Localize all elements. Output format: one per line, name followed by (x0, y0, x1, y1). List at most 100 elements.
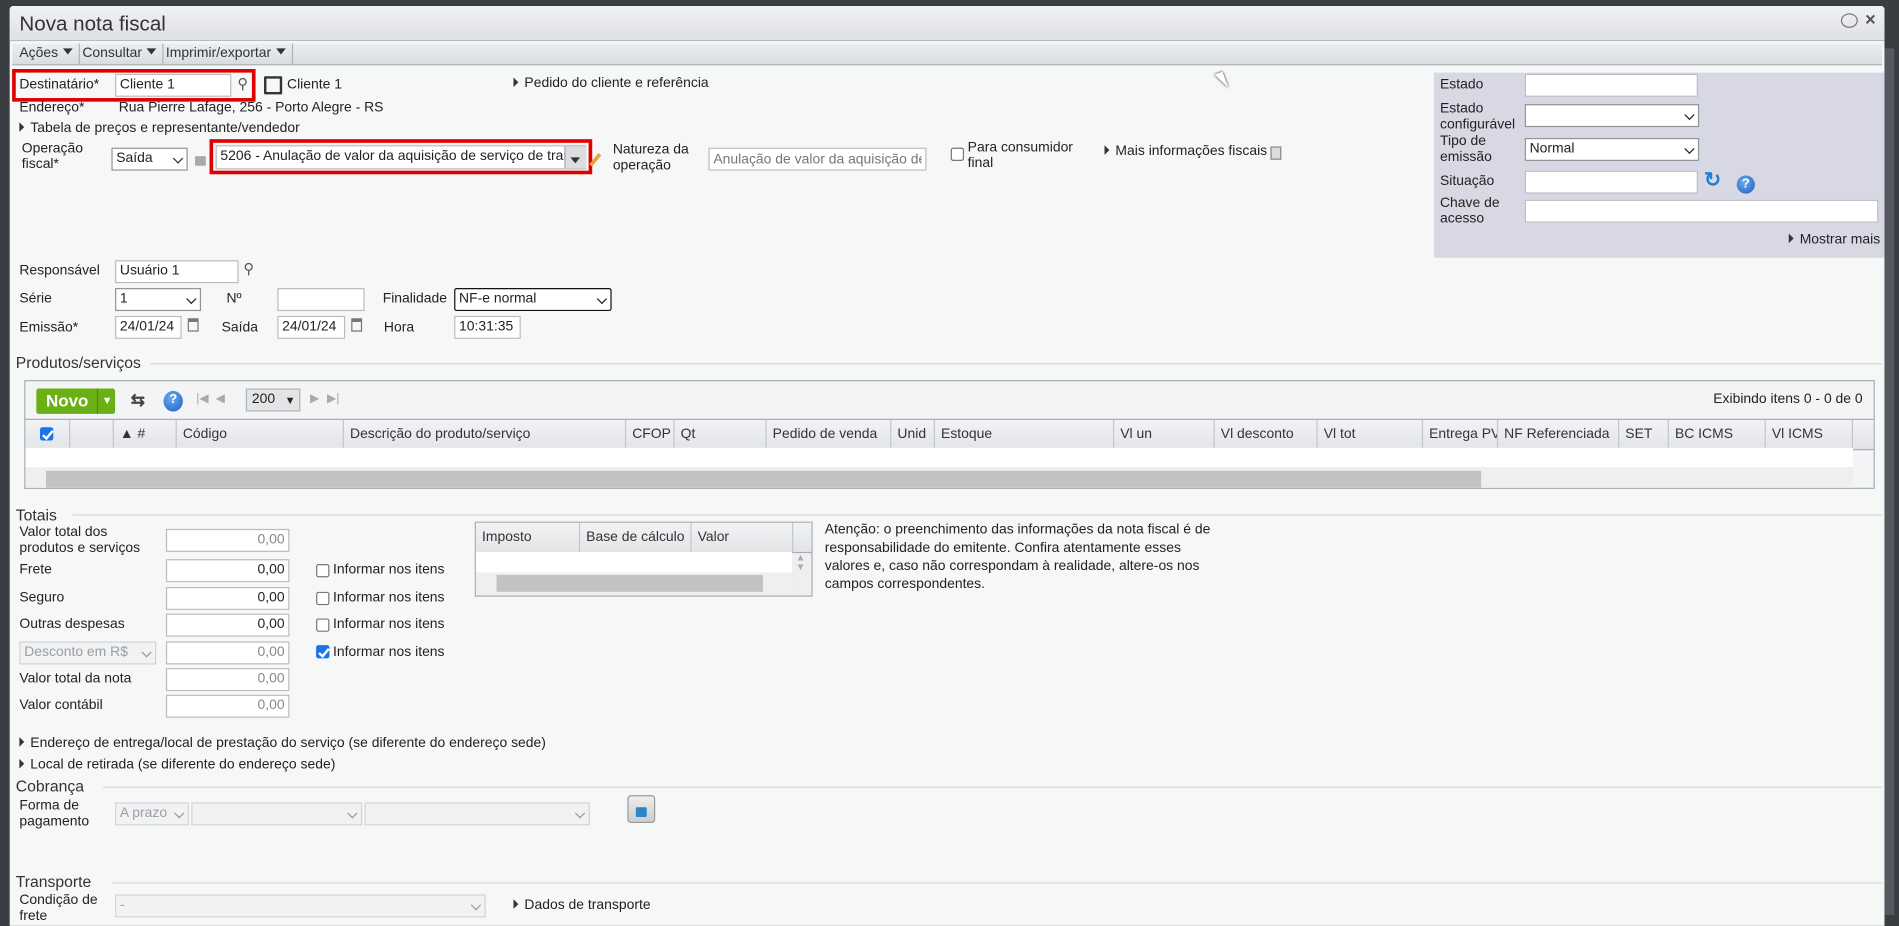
mais-info-fiscais-toggle[interactable]: Mais informações fiscais (1104, 144, 1267, 159)
column-header-pedido-venda[interactable]: Pedido de venda (767, 419, 892, 450)
column-header-imposto[interactable]: Imposto (476, 522, 581, 552)
select-all-checkbox[interactable] (39, 427, 54, 441)
column-header-qt[interactable]: Qt (675, 419, 767, 450)
chave-acesso-input[interactable] (1524, 199, 1879, 223)
column-header-entrega-pv[interactable]: Entrega PV (1423, 419, 1499, 450)
tabela-precos-toggle[interactable]: Tabela de preços e representante/vendedo… (19, 121, 300, 136)
responsavel-input[interactable]: Usuário 1 (115, 260, 239, 284)
column-header-blank[interactable] (70, 419, 114, 450)
column-header-vl-un[interactable]: Vl un (1114, 419, 1215, 450)
column-header-vl-tot[interactable]: Vl tot (1318, 419, 1424, 450)
saida-date-input[interactable]: 24/01/24 (277, 315, 346, 339)
document-icon[interactable] (1270, 146, 1282, 160)
consumidor-final-label: Para consumidor final (967, 140, 1073, 171)
first-page-icon[interactable]: |◀ (196, 392, 208, 405)
column-header-row-number[interactable]: ▲ # (114, 419, 177, 450)
chat-bubble-icon[interactable] (1840, 13, 1858, 28)
destinatario-link[interactable]: Cliente 1 (287, 77, 342, 92)
column-header-unid[interactable]: Unid (891, 419, 935, 450)
valor-total-nota-input[interactable]: 0,00 (165, 668, 290, 692)
estado-input[interactable] (1524, 73, 1698, 97)
valor-total-produtos-input[interactable]: 0,00 (165, 528, 290, 552)
valor-contabil-input[interactable]: 0,00 (165, 694, 290, 718)
column-header-codigo[interactable]: Código (177, 419, 344, 450)
last-page-icon[interactable]: ▶| (327, 392, 339, 405)
scrollbar-thumb[interactable] (496, 574, 763, 592)
frete-informar-checkbox[interactable] (316, 563, 330, 578)
menu-imprimir-exportar[interactable]: Imprimir/exportar (160, 43, 293, 65)
serie-select[interactable]: 1 (115, 288, 202, 312)
expand-arrow-icon (1104, 145, 1110, 155)
outras-despesas-input[interactable]: 0,00 (165, 613, 290, 637)
dados-transporte-toggle[interactable]: Dados de transporte (513, 898, 651, 913)
chevron-down-icon (186, 293, 197, 305)
desconto-tipo-select[interactable]: Desconto em R$ (19, 641, 157, 665)
column-header-vl-icms[interactable]: Vl ICMS (1766, 419, 1853, 450)
operacao-fiscal-combo[interactable]: 5206 - Anulação de valor da aquisição de… (215, 145, 587, 170)
search-icon[interactable]: ⚲ (237, 75, 248, 92)
next-page-icon[interactable]: ▶ (310, 392, 319, 405)
natureza-input[interactable] (708, 147, 927, 171)
grid-horizontal-scrollbar[interactable] (25, 467, 1853, 488)
calendar-icon[interactable] (351, 318, 363, 332)
forma-pagamento-select[interactable]: A prazo (115, 802, 189, 826)
refresh-icon[interactable]: ⇆ (131, 390, 145, 411)
refresh-icon[interactable]: ↻ (1704, 168, 1721, 192)
outras-despesas-informar-checkbox[interactable] (316, 618, 330, 632)
emissao-date-input[interactable]: 24/01/24 (115, 315, 182, 339)
window-scrollbar[interactable] (1884, 48, 1895, 915)
situacao-input[interactable] (1524, 170, 1698, 194)
novo-label: Novo (46, 390, 89, 411)
desconto-informar-checkbox[interactable] (316, 645, 330, 659)
destinatario-input[interactable]: Cliente 1 (115, 73, 232, 97)
scrollbar-thumb[interactable] (46, 470, 1482, 488)
numero-input[interactable] (277, 288, 365, 312)
unlock-button[interactable] (627, 795, 656, 824)
page-size-select[interactable]: 200 ▼ (245, 388, 301, 412)
calendar-icon[interactable] (187, 318, 199, 332)
external-link-icon[interactable] (264, 76, 283, 95)
seguro-informar-checkbox[interactable] (316, 591, 330, 606)
menu-consultar[interactable]: Consultar (76, 43, 164, 65)
pagamento-select-3[interactable] (364, 802, 590, 826)
column-header-vl-desconto[interactable]: Vl desconto (1215, 419, 1318, 450)
tipo-emissao-select[interactable]: Normal (1524, 137, 1700, 161)
desconto-informar-label: Informar nos itens (333, 645, 445, 660)
help-icon[interactable]: ? (163, 390, 183, 412)
combo-dropdown-button[interactable] (564, 146, 587, 169)
vertical-scrollbar[interactable]: ▲ ▼ (796, 553, 806, 572)
column-header-set[interactable]: SET (1619, 419, 1669, 450)
pedido-cliente-toggle[interactable]: Pedido do cliente e referência (513, 76, 709, 91)
seguro-input[interactable]: 0,00 (165, 586, 290, 610)
desconto-input[interactable]: 0,00 (165, 641, 290, 665)
frete-input[interactable]: 0,00 (165, 559, 290, 583)
saida-label: Saída (221, 320, 259, 336)
local-retirada-toggle[interactable]: Local de retirada (se diferente do ender… (19, 758, 335, 772)
novo-button[interactable]: Novo ▼ (36, 388, 116, 414)
menu-acoes[interactable]: Ações (13, 43, 80, 65)
finalidade-select[interactable]: NF-e normal (454, 288, 612, 312)
close-icon[interactable]: × (1865, 10, 1876, 31)
column-header-base-calculo[interactable]: Base de cálculo (580, 522, 692, 552)
column-header-nf-referenciada[interactable]: NF Referenciada (1498, 419, 1620, 450)
caret-down-icon[interactable]: ▼ (96, 388, 116, 414)
column-header-valor[interactable]: Valor (692, 522, 794, 552)
hora-input[interactable]: 10:31:35 (454, 315, 521, 339)
column-header-bc-icms[interactable]: BC ICMS (1669, 419, 1766, 450)
mostrar-mais-toggle[interactable]: Mostrar mais (1788, 232, 1880, 247)
column-header-select-all[interactable] (25, 419, 71, 450)
column-header-descricao[interactable]: Descrição do produto/serviço (344, 419, 627, 450)
column-header-estoque[interactable]: Estoque (935, 419, 1115, 450)
operacao-tipo-select[interactable]: Saída (111, 147, 188, 171)
consumidor-final-checkbox[interactable] (950, 147, 965, 161)
column-header-cfop[interactable]: CFOP (626, 419, 675, 450)
estado-configuravel-select[interactable] (1524, 104, 1700, 128)
condicao-frete-select[interactable]: - (115, 894, 486, 918)
window-title: Nova nota fiscal (19, 12, 166, 36)
search-icon[interactable]: ⚲ (243, 260, 254, 277)
help-icon[interactable]: ? (1736, 175, 1755, 194)
endereco-entrega-toggle[interactable]: Endereço de entrega/local de prestação d… (19, 736, 546, 750)
prev-page-icon[interactable]: ◀ (216, 392, 225, 405)
impostos-horizontal-scrollbar[interactable] (475, 572, 793, 594)
pagamento-select-2[interactable] (191, 802, 363, 826)
